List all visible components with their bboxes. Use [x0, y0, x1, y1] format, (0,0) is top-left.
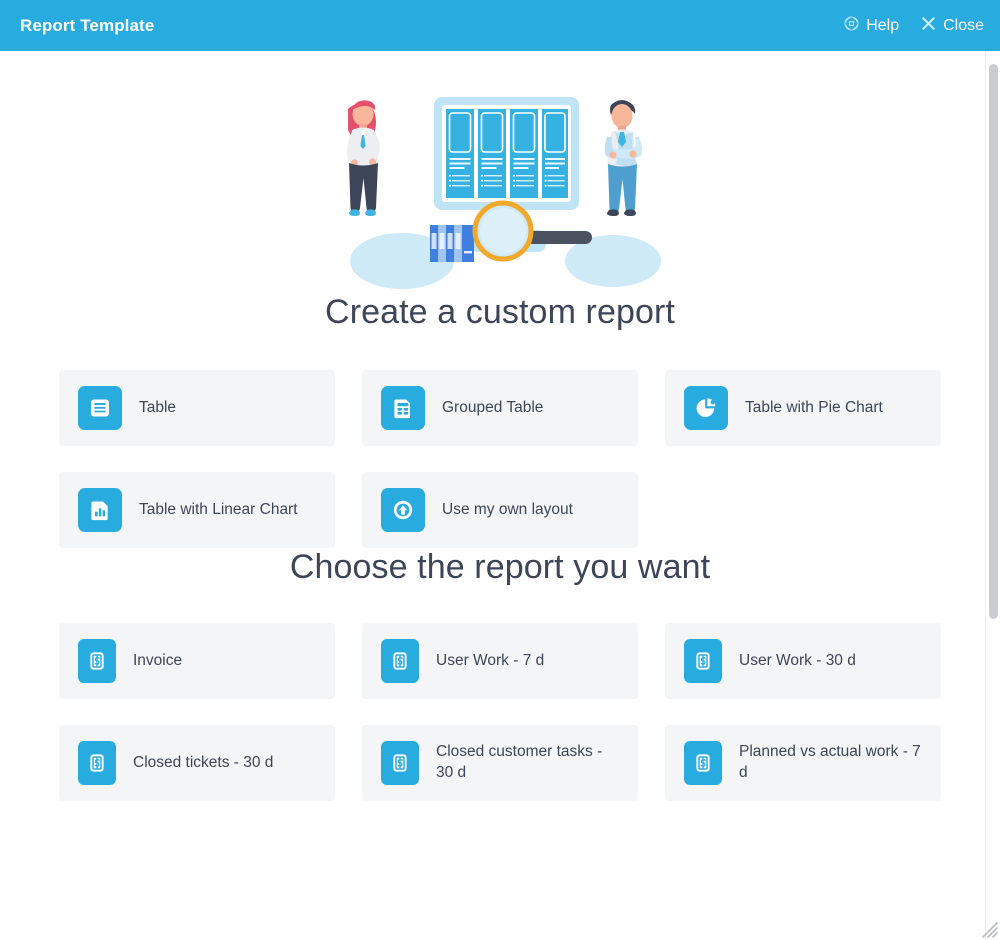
close-label: Close: [943, 16, 984, 34]
card-user-work-30d[interactable]: User Work - 30 d: [665, 623, 941, 699]
lifebuoy-icon: [844, 16, 859, 36]
card-invoice[interactable]: Invoice: [59, 623, 335, 699]
card-planned-vs-actual-work-7d[interactable]: Planned vs actual work - 7 d: [665, 725, 941, 801]
close-button[interactable]: Close: [921, 16, 984, 36]
pie-chart-icon: [684, 386, 728, 430]
card-label: Closed customer tasks - 30 d: [436, 743, 603, 781]
invoice-icon: [78, 639, 116, 683]
document-bar-chart-icon: [78, 488, 122, 532]
table-icon: [78, 386, 122, 430]
card-closed-customer-tasks-30d[interactable]: Closed customer tasks - 30 d: [362, 725, 638, 801]
invoice-icon: [381, 741, 419, 785]
card-table-with-pie-chart[interactable]: Table with Pie Chart: [665, 370, 941, 446]
choose-report-grid: Invoice User Work - 7 d User Work - 30 d…: [0, 623, 1000, 801]
help-label: Help: [866, 16, 900, 34]
vertical-scrollbar[interactable]: [985, 51, 1000, 940]
upload-circle-icon: [381, 488, 425, 532]
card-label: User Work - 30 d: [739, 651, 856, 669]
grouped-table-icon: [381, 386, 425, 430]
card-closed-tickets-30d[interactable]: Closed tickets - 30 d: [59, 725, 335, 801]
resize-handle[interactable]: [980, 920, 998, 938]
card-label: Closed tickets - 30 d: [133, 753, 274, 771]
card-label: Planned vs actual work - 7 d: [739, 743, 921, 781]
invoice-icon: [381, 639, 419, 683]
close-icon: [921, 16, 936, 36]
card-label: Grouped Table: [442, 398, 544, 416]
dialog-titlebar: Report Template Help Close: [0, 0, 1000, 51]
card-user-work-7d[interactable]: User Work - 7 d: [362, 623, 638, 699]
card-table[interactable]: Table: [59, 370, 335, 446]
dialog-title: Report Template: [20, 15, 155, 35]
card-label: Table: [139, 398, 177, 416]
card-label: Table with Pie Chart: [745, 398, 883, 416]
report-template-dialog: Report Template Help Close Create a cust…: [0, 0, 1000, 940]
help-button[interactable]: Help: [844, 16, 899, 36]
card-table-with-linear-chart[interactable]: Table with Linear Chart: [59, 472, 335, 548]
create-custom-report-heading: Create a custom report: [325, 293, 675, 331]
card-label: Table with Linear Chart: [139, 500, 298, 518]
card-use-my-own-layout[interactable]: Use my own layout: [362, 472, 638, 548]
scrollbar-thumb[interactable]: [989, 64, 998, 619]
dialog-content: Create a custom report Table Grouped Tab…: [0, 51, 1000, 940]
create-custom-report-grid: Table Grouped Table Table with Pie Chart…: [0, 370, 1000, 548]
card-label: Use my own layout: [442, 500, 573, 518]
card-label: Invoice: [133, 651, 183, 669]
titlebar-actions: Help Close: [844, 16, 984, 36]
invoice-icon: [684, 741, 722, 785]
report-dashboard-illustration: [330, 83, 670, 293]
card-grouped-table[interactable]: Grouped Table: [362, 370, 638, 446]
card-label: User Work - 7 d: [436, 651, 545, 669]
hero-illustration-wrap: [0, 51, 1000, 293]
choose-report-heading: Choose the report you want: [289, 548, 711, 586]
invoice-icon: [684, 639, 722, 683]
invoice-icon: [78, 741, 116, 785]
